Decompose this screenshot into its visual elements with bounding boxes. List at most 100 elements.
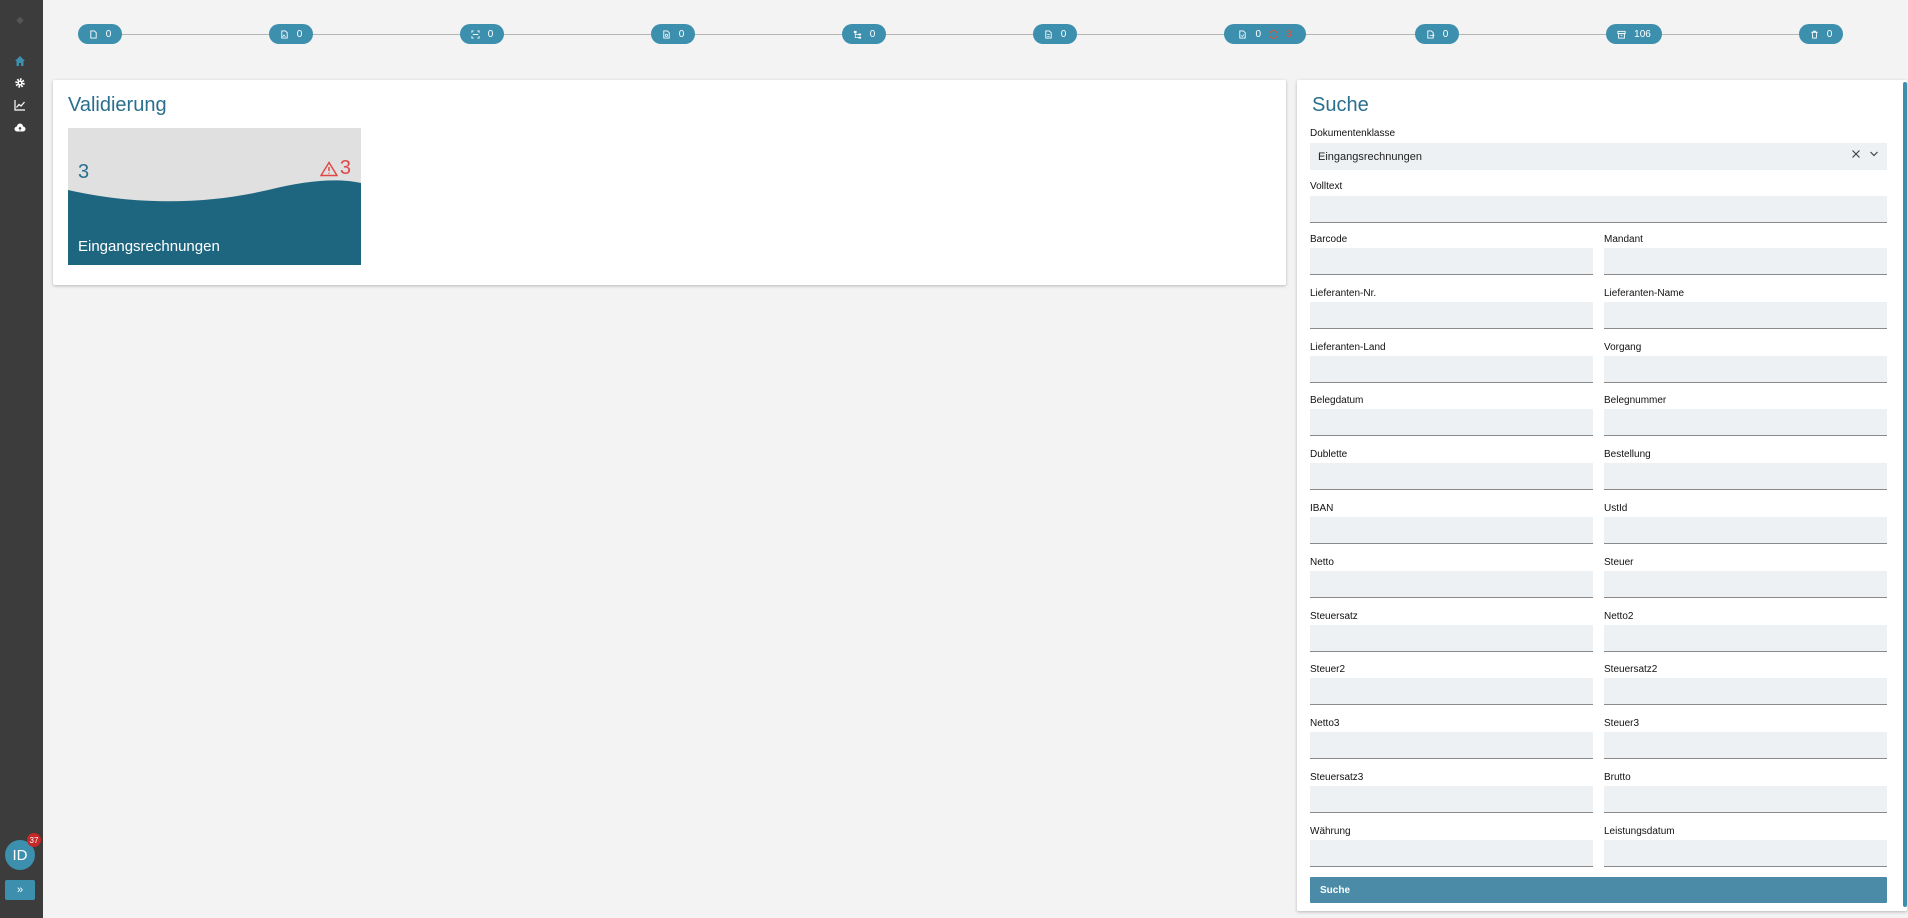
field-input[interactable] xyxy=(1604,463,1887,491)
field-input[interactable] xyxy=(1310,355,1593,383)
workflow-pipeline: 0 0 0 0 0 0 0 3 0 106 0 xyxy=(78,24,1844,46)
field-label: IBAN xyxy=(1310,503,1334,514)
field-label: Belegnummer xyxy=(1604,395,1667,407)
document-class-value: Eingangsrechnungen xyxy=(1318,150,1422,163)
field-label: UstId xyxy=(1604,503,1628,514)
pipeline-error-count: 3 xyxy=(1286,28,1292,40)
fulltext-input[interactable] xyxy=(1310,196,1887,223)
field-input[interactable] xyxy=(1310,732,1593,760)
search-title: Suche xyxy=(1312,94,1369,116)
tile-count: 3 xyxy=(78,161,90,183)
pipeline-step-3[interactable]: 0 xyxy=(460,24,504,44)
sidebar: ◆ ID 37 » xyxy=(0,0,43,918)
field-input[interactable] xyxy=(1604,248,1887,275)
field-label: Lieferanten-Nr. xyxy=(1310,287,1377,299)
field-label: Lieferanten-Land xyxy=(1310,341,1386,353)
document-search-icon xyxy=(663,29,670,39)
field-input[interactable] xyxy=(1604,732,1887,760)
field-input[interactable] xyxy=(1310,517,1593,544)
tile-warning: 3 xyxy=(319,157,351,180)
app-logo-icon: ◆ xyxy=(16,14,24,26)
field-label: Steuersatz2 xyxy=(1604,664,1658,676)
pipeline-count: 0 xyxy=(1060,28,1067,40)
error-clock-icon xyxy=(1269,29,1278,39)
pipeline-count: 0 xyxy=(678,28,685,40)
validation-tile-eingangsrechnungen[interactable]: 3 3 Eingangsrechnungen xyxy=(68,128,361,265)
field-input[interactable] xyxy=(1310,301,1593,329)
field-input[interactable] xyxy=(1310,409,1593,437)
field-input[interactable] xyxy=(1310,570,1593,598)
fulltext-label: Volltext xyxy=(1310,181,1343,192)
pipeline-step-6[interactable]: 0 xyxy=(1033,24,1077,44)
chevron-down-icon[interactable] xyxy=(1869,149,1879,159)
field-label: Mandant xyxy=(1604,234,1643,245)
pipeline-count: 0 xyxy=(105,28,112,40)
hierarchy-icon xyxy=(853,30,861,39)
notification-badge: 37 xyxy=(27,833,41,847)
field-input[interactable] xyxy=(1310,624,1593,652)
tile-warning-count: 3 xyxy=(339,157,351,179)
document-text-icon xyxy=(1045,29,1052,39)
validation-title: Validierung xyxy=(68,94,167,116)
field-input[interactable] xyxy=(1604,517,1887,544)
archive-icon xyxy=(1617,30,1626,39)
field-input[interactable] xyxy=(1604,301,1887,329)
field-input[interactable] xyxy=(1604,409,1887,437)
field-input[interactable] xyxy=(1604,624,1887,652)
document-class-select[interactable]: Eingangsrechnungen xyxy=(1310,143,1887,170)
pipeline-step-1[interactable]: 0 xyxy=(78,24,122,44)
field-input[interactable] xyxy=(1604,839,1887,867)
pipeline-connector xyxy=(88,34,1834,35)
field-label: Netto3 xyxy=(1310,718,1340,730)
field-label: Steuersatz xyxy=(1310,610,1358,622)
scan-icon xyxy=(471,29,480,39)
field-label: Dublette xyxy=(1310,449,1348,461)
pipeline-count: 0 xyxy=(487,28,494,40)
pipeline-step-2[interactable]: 0 xyxy=(269,24,313,44)
pipeline-count: 0 xyxy=(1255,28,1261,40)
pipeline-step-9[interactable]: 106 xyxy=(1606,24,1662,44)
document-image-icon xyxy=(281,29,288,39)
document-check-icon xyxy=(1239,29,1247,39)
gear-icon[interactable] xyxy=(12,75,28,91)
pipeline-count: 106 xyxy=(1634,28,1651,40)
field-input[interactable] xyxy=(1310,678,1593,706)
field-label: Bestellung xyxy=(1604,449,1651,461)
warning-icon xyxy=(319,160,338,176)
field-input[interactable] xyxy=(1310,786,1593,813)
field-label: Belegdatum xyxy=(1310,395,1364,407)
pipeline-step-5[interactable]: 0 xyxy=(842,24,886,44)
clear-icon[interactable] xyxy=(1851,149,1861,159)
cloud-upload-icon[interactable] xyxy=(12,120,28,136)
field-input[interactable] xyxy=(1310,248,1593,275)
expand-sidebar-button[interactable]: » xyxy=(5,880,35,900)
search-button[interactable]: Suche xyxy=(1310,877,1887,903)
search-card: Suche Dokumentenklasse Eingangsrechnunge… xyxy=(1297,80,1907,911)
trash-icon xyxy=(1811,30,1818,39)
field-input[interactable] xyxy=(1604,355,1887,383)
chart-icon[interactable] xyxy=(12,97,28,113)
document-class-label: Dokumentenklasse xyxy=(1310,128,1396,139)
pipeline-step-8[interactable]: 0 xyxy=(1415,24,1459,44)
pipeline-step-10[interactable]: 0 xyxy=(1799,24,1843,44)
field-input[interactable] xyxy=(1604,570,1887,598)
pipeline-count: 0 xyxy=(1826,28,1833,40)
field-label: Leistungsdatum xyxy=(1604,825,1675,837)
field-input[interactable] xyxy=(1310,839,1593,867)
field-input[interactable] xyxy=(1310,463,1593,491)
pipeline-step-7[interactable]: 0 3 xyxy=(1224,24,1306,44)
field-input[interactable] xyxy=(1604,678,1887,706)
field-input[interactable] xyxy=(1604,786,1887,813)
document-export-icon xyxy=(1427,29,1435,39)
field-label: Lieferanten-Name xyxy=(1604,287,1685,299)
home-icon[interactable] xyxy=(12,53,28,69)
document-icon xyxy=(90,29,97,39)
scrollbar[interactable] xyxy=(1903,82,1907,907)
field-label: Vorgang xyxy=(1604,341,1642,353)
pipeline-count: 0 xyxy=(296,28,303,40)
field-label: Steuer2 xyxy=(1310,664,1346,676)
field-label: Netto2 xyxy=(1604,610,1634,622)
pipeline-step-4[interactable]: 0 xyxy=(651,24,695,44)
pipeline-count: 0 xyxy=(1442,28,1449,40)
field-label: Netto xyxy=(1310,556,1334,568)
